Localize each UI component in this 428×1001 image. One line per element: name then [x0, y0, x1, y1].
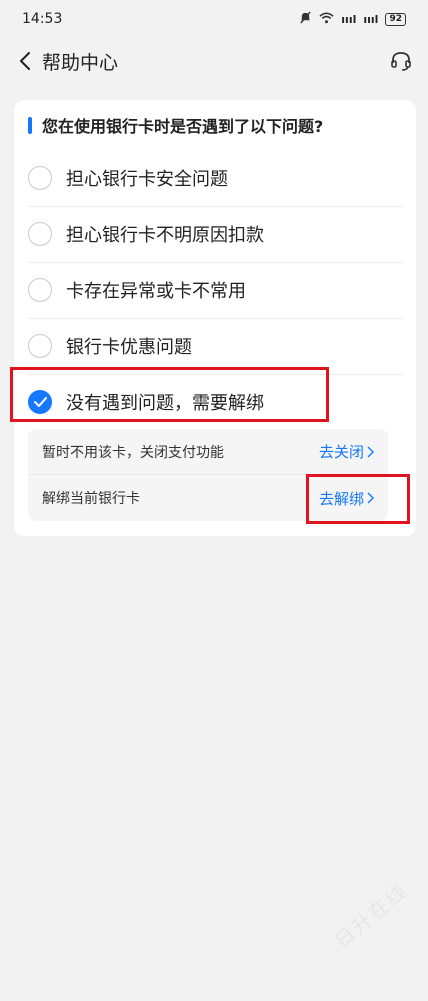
- watermark: 日升在线: [329, 878, 413, 954]
- radio-icon[interactable]: [28, 334, 52, 358]
- customer-service-icon[interactable]: [388, 48, 414, 74]
- radio-icon[interactable]: [28, 278, 52, 302]
- option-security[interactable]: 担心银行卡安全问题: [28, 150, 402, 207]
- highlight-box-unbind: [306, 474, 410, 524]
- signal-icon: ıııl: [341, 12, 357, 26]
- status-time: 14:53: [22, 11, 63, 27]
- highlight-box-option: [10, 367, 329, 422]
- option-label: 担心银行卡不明原因扣款: [66, 225, 264, 246]
- option-card-abnormal[interactable]: 卡存在异常或卡不常用: [28, 262, 402, 319]
- nav-bar: 帮助中心: [0, 38, 428, 84]
- option-label: 担心银行卡安全问题: [66, 169, 228, 190]
- status-icons: ıııl ıııl 92: [299, 11, 406, 27]
- close-payment-link[interactable]: 去关闭: [319, 441, 374, 462]
- accent-bar: [28, 116, 32, 134]
- question-card: 您在使用银行卡时是否遇到了以下问题? 担心银行卡安全问题 担心银行卡不明原因扣款…: [14, 100, 416, 536]
- signal-icon: ıııl: [363, 12, 379, 26]
- option-label: 卡存在异常或卡不常用: [66, 281, 246, 302]
- status-bar: 14:53 ıııl ıııl 92: [0, 0, 428, 38]
- close-payment-label: 暂时不用该卡，关闭支付功能: [42, 444, 224, 461]
- radio-icon[interactable]: [28, 166, 52, 190]
- page-title: 帮助中心: [42, 51, 119, 74]
- option-label: 银行卡优惠问题: [66, 337, 192, 358]
- option-unknown-charge[interactable]: 担心银行卡不明原因扣款: [28, 206, 402, 263]
- close-payment-row: 暂时不用该卡，关闭支付功能 去关闭: [28, 429, 388, 475]
- back-icon[interactable]: [14, 50, 36, 72]
- chevron-right-icon: [367, 446, 374, 457]
- question-header: 您在使用银行卡时是否遇到了以下问题?: [28, 114, 402, 136]
- mute-icon: [299, 11, 312, 27]
- close-payment-link-text[interactable]: 去关闭: [319, 441, 364, 462]
- radio-icon[interactable]: [28, 222, 52, 246]
- wifi-icon: [319, 12, 334, 27]
- unbind-card-label: 解绑当前银行卡: [42, 491, 140, 507]
- question-text: 您在使用银行卡时是否遇到了以下问题?: [42, 117, 324, 136]
- battery-icon: 92: [385, 12, 406, 26]
